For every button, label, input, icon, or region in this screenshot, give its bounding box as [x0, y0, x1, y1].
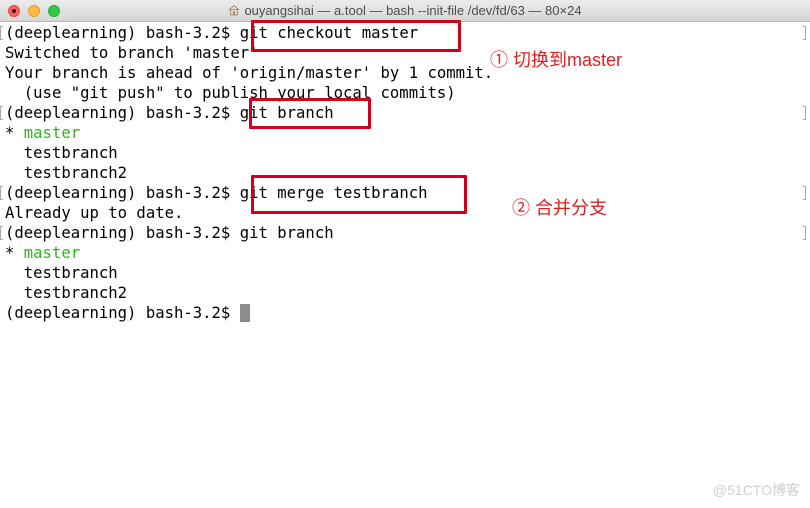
prompt: (deeplearning) bash-3.2$ — [5, 304, 240, 322]
branch-name: testbranch2 — [5, 284, 128, 302]
prompt: (deeplearning) bash-3.2$ — [5, 104, 240, 122]
terminal-line: Your branch is ahead of 'origin/master' … — [5, 63, 493, 83]
command: git branch — [239, 224, 334, 242]
terminal-output[interactable]: (deeplearning) bash-3.2$ git checkout ma… — [0, 23, 493, 323]
branch-name: testbranch2 — [5, 164, 128, 182]
highlight-box-merge — [251, 175, 467, 214]
highlight-box-branch — [249, 98, 371, 129]
branch-name: testbranch — [5, 264, 118, 282]
line-mark — [803, 226, 806, 240]
branch-name: testbranch — [5, 144, 118, 162]
title-bar: ouyangsihai — a.tool — bash --init-file … — [0, 0, 810, 22]
terminal-line: * master — [5, 243, 493, 263]
current-branch: master — [23, 244, 81, 262]
home-icon — [229, 4, 240, 16]
prompt-mark — [0, 106, 3, 120]
prompt-mark — [0, 26, 3, 40]
output-text: Switched to branch 'master' — [5, 44, 259, 62]
prompt: (deeplearning) bash-3.2$ — [5, 24, 240, 42]
prompt: (deeplearning) bash-3.2$ — [5, 224, 240, 242]
line-mark — [803, 186, 806, 200]
prompt-mark — [0, 186, 3, 200]
terminal-line: (deeplearning) bash-3.2$ — [5, 303, 493, 323]
terminal-line: (deeplearning) bash-3.2$ git branch — [0, 223, 493, 243]
window-title: ouyangsihai — a.tool — bash --init-file … — [0, 3, 810, 18]
line-mark — [803, 106, 806, 120]
text-cursor — [239, 304, 250, 322]
line-mark — [803, 26, 806, 40]
watermark: @51CTO博客 — [712, 482, 800, 498]
annotation-merge: ② 合并分支 — [512, 198, 608, 218]
current-branch-marker: * — [5, 244, 24, 262]
highlight-box-checkout — [251, 20, 461, 52]
prompt-mark — [0, 226, 3, 240]
prompt: (deeplearning) bash-3.2$ — [5, 184, 240, 202]
window-title-text: ouyangsihai — a.tool — bash --init-file … — [244, 3, 582, 18]
current-branch: master — [23, 124, 81, 142]
output-text: (use "git push" to publish your local co… — [5, 84, 456, 102]
current-branch-marker: * — [5, 124, 24, 142]
terminal-line: testbranch2 — [5, 283, 493, 303]
terminal-line: testbranch — [5, 143, 493, 163]
terminal-line: testbranch — [5, 263, 493, 283]
output-text: Already up to date. — [5, 204, 184, 222]
output-text: Your branch is ahead of 'origin/master' … — [5, 64, 494, 82]
annotation-checkout: ① 切换到master — [490, 50, 623, 70]
